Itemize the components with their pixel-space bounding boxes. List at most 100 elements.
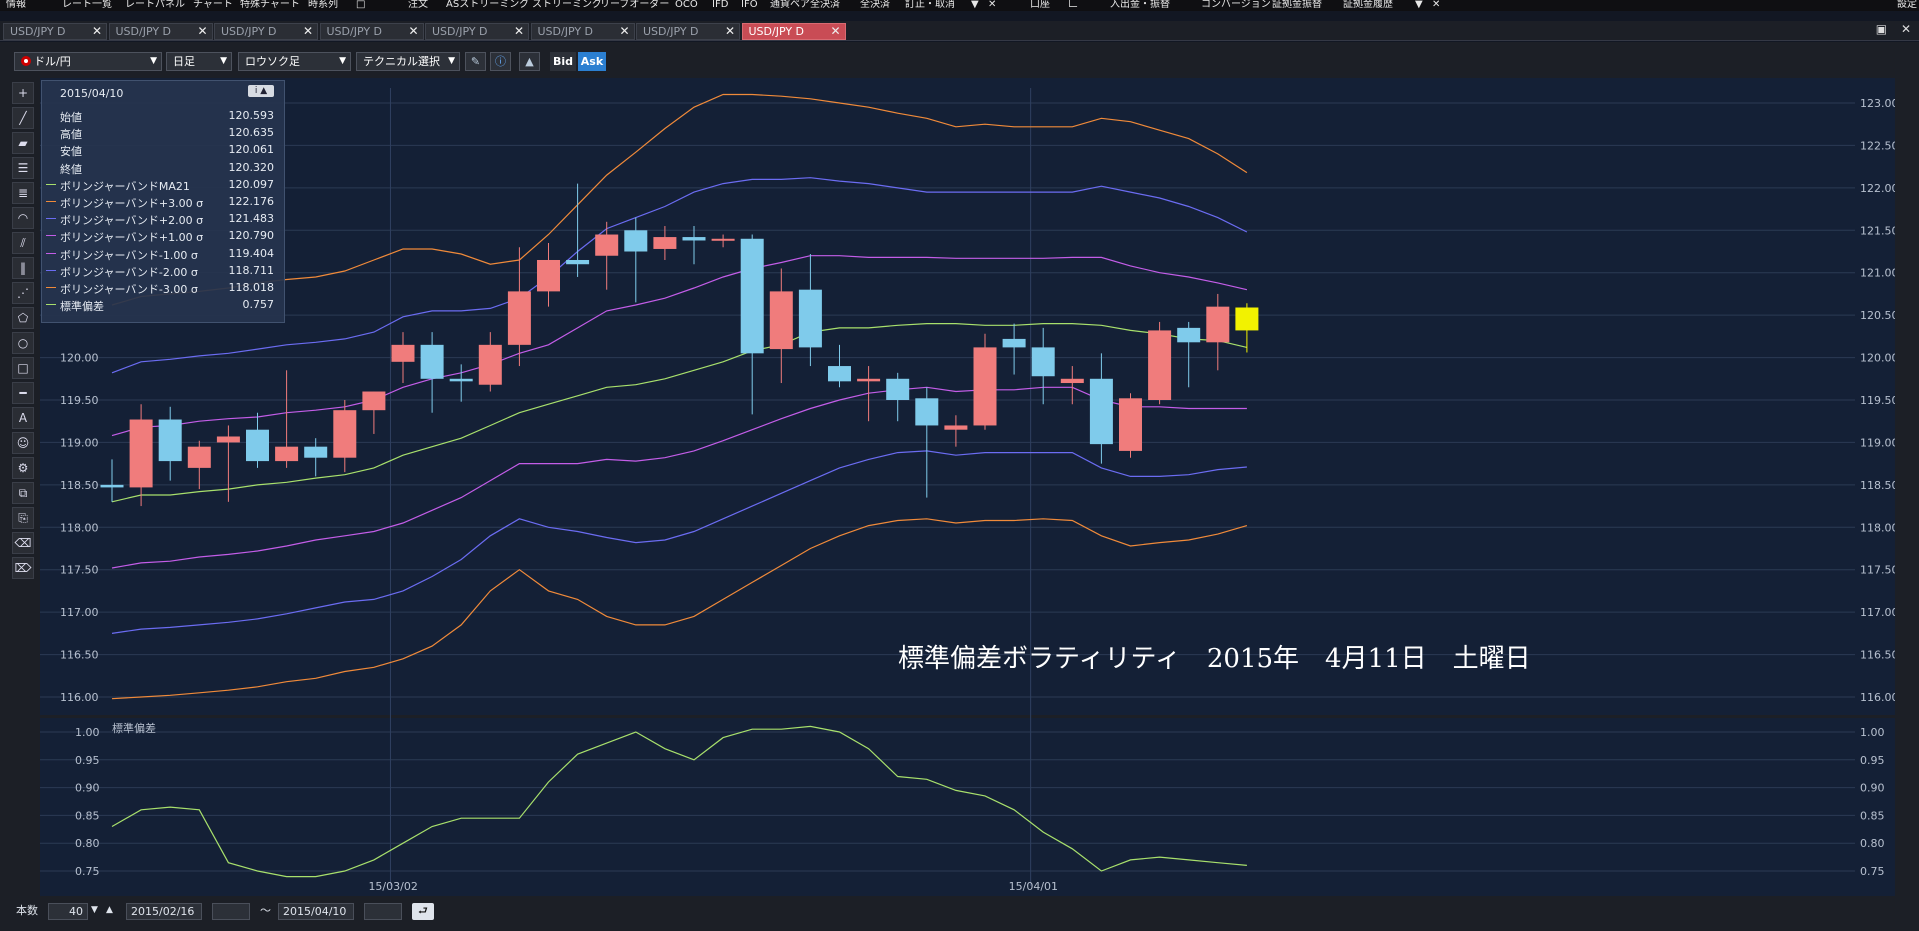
chart-tab[interactable]: USD/JPY D ✕ [3, 23, 107, 40]
to-time-input[interactable] [364, 903, 402, 920]
info-row-label: ボリンジャーバンド+1.00 σ [60, 231, 204, 245]
ruler-icon[interactable]: ▰ [12, 132, 34, 154]
menu-item[interactable]: コンバージョン [1201, 0, 1271, 10]
menu-item[interactable]: ASストリーミング [446, 0, 529, 10]
fib-arc-icon[interactable]: ◠ [12, 207, 34, 229]
to-date-input[interactable]: 2015/04/10 [278, 903, 354, 920]
close-tab-icon[interactable]: ✕ [619, 24, 629, 39]
horizontal-line-icon[interactable]: ━ [12, 382, 34, 404]
info-row: ボリンジャーバンドMA21 120.097 [42, 176, 286, 193]
candle-body [333, 410, 357, 458]
pitchfork-icon[interactable]: ⋰ [12, 282, 34, 304]
candle-body [391, 344, 415, 362]
menu-item[interactable]: 入出金・振替 [1110, 0, 1170, 10]
fan-lines-icon[interactable]: ⫽ [12, 232, 34, 254]
menu-item[interactable]: ストリーミング [532, 0, 602, 10]
info-icon[interactable]: ⓘ [490, 52, 511, 71]
info-row-label: 標準偏差 [60, 300, 104, 314]
menu-item[interactable]: ▼ [971, 0, 979, 10]
technical-select[interactable]: テクニカル選択 ▼ [356, 52, 460, 71]
menu-item[interactable]: 注文 [408, 0, 428, 10]
menu-item[interactable]: 時系列 [308, 0, 338, 10]
close-tab-icon[interactable]: ✕ [197, 24, 207, 39]
info-row-value: 120.097 [228, 177, 275, 191]
menu-item[interactable]: IFD [712, 0, 728, 10]
paste-icon[interactable]: ⎘ [12, 507, 34, 529]
menu-item[interactable]: 証拠金振替 [1272, 0, 1322, 10]
return-icon[interactable]: ⮐ [412, 903, 434, 920]
from-time-input[interactable] [212, 903, 250, 920]
pen-icon[interactable]: ✎ [465, 52, 486, 71]
menu-item[interactable]: 全決済 [860, 0, 890, 10]
close-tab-icon[interactable]: ✕ [514, 24, 524, 39]
from-date-input[interactable]: 2015/02/16 [126, 903, 202, 920]
ask-button[interactable]: Ask [578, 52, 606, 71]
text-icon[interactable]: A [12, 407, 34, 429]
chart-tab[interactable]: USD/JPY D ✕ [108, 23, 213, 40]
menu-item[interactable]: ✕ [988, 0, 996, 10]
menu-item[interactable]: □ [356, 0, 365, 10]
bid-button[interactable]: Bid [550, 52, 576, 71]
menu-item[interactable]: 訂正・取消 [905, 0, 955, 10]
menu-item[interactable]: 通貨ペア全決済 [770, 0, 840, 10]
close-tab-icon[interactable]: ✕ [830, 24, 840, 39]
chart-tab[interactable]: USD/JPY D ✕ [214, 23, 318, 40]
settings-icon[interactable]: ⚙ [12, 457, 34, 479]
bar-count-input[interactable]: 40 [48, 903, 88, 920]
info-row-label: 高値 [60, 128, 82, 142]
crosshair-icon[interactable]: + [12, 82, 34, 104]
sd-panel-title: 標準偏差 [112, 721, 156, 735]
horizontal-lines-icon[interactable]: ☰ [12, 157, 34, 179]
chart-type-select[interactable]: ロウソク足 ▼ [238, 52, 351, 71]
fibonacci-icon[interactable]: ≣ [12, 182, 34, 204]
eraser-icon[interactable]: ⌫ [12, 532, 34, 554]
menu-item[interactable]: 証拠金履歴 [1343, 0, 1393, 10]
menu-item[interactable]: ▼ [1415, 0, 1423, 10]
date-tick-label: 15/04/01 [1009, 880, 1058, 893]
close-window-icon[interactable]: ✕ [1901, 22, 1911, 36]
menu-item[interactable]: OCO [675, 0, 698, 10]
menu-item[interactable]: IFO [741, 0, 758, 10]
price-chart[interactable]: 123.00 122.50 122.00 121.50 121.00 120.50 120.… [40, 78, 1895, 896]
count-up-icon[interactable]: ▲ [106, 903, 113, 920]
count-down-icon[interactable]: ▼ [91, 903, 98, 920]
icon-stamp-icon[interactable]: ☺ [12, 432, 34, 454]
menu-item[interactable]: 匚 [1068, 0, 1078, 10]
candle-body [158, 419, 182, 462]
menu-item[interactable]: チャート [193, 0, 233, 10]
close-tab-icon[interactable]: ✕ [92, 24, 102, 39]
chart-tab[interactable]: USD/JPY D ✕ [741, 23, 846, 40]
close-tab-icon[interactable]: ✕ [725, 24, 735, 39]
timeframe-select[interactable]: 日足 ▼ [166, 52, 232, 71]
chart-tab[interactable]: USD/JPY D ✕ [319, 23, 424, 40]
vertical-lines-icon[interactable]: ‖ [12, 257, 34, 279]
trendline-icon[interactable]: ╱ [12, 107, 34, 129]
restore-window-icon[interactable]: ▣ [1876, 22, 1887, 36]
menu-item[interactable]: リーブオーダー [600, 0, 669, 10]
menu-item[interactable]: レート一覧 [62, 0, 112, 10]
rectangle-icon[interactable]: □ [12, 357, 34, 379]
bar-count-label: 本数 [16, 904, 38, 917]
menu-item[interactable]: 特殊チャート [240, 0, 300, 10]
pentagon-icon[interactable]: ⬠ [12, 307, 34, 329]
price-tick-label: 118.00 [1860, 521, 1895, 534]
price-tick-label: 121.00 [1860, 267, 1895, 280]
chart-tab[interactable]: USD/JPY D ✕ [425, 23, 529, 40]
chart-tab[interactable]: USD/JPY D ✕ [530, 23, 635, 40]
price-tick-label: 116.00 [1860, 691, 1895, 704]
mountain-chart-icon[interactable]: ▲ [519, 52, 540, 71]
menu-item[interactable]: 設定 [1897, 0, 1917, 10]
info-panel-buttons[interactable]: i ▲ [248, 85, 274, 97]
menu-item[interactable]: 口座 [1030, 0, 1050, 10]
menu-item[interactable]: レートパネル [125, 0, 185, 10]
chart-tab[interactable]: USD/JPY D ✕ [636, 23, 740, 40]
circle-icon[interactable]: ○ [12, 332, 34, 354]
copy-icon[interactable]: ⧉ [12, 482, 34, 504]
close-tab-icon[interactable]: ✕ [408, 24, 418, 39]
menu-item[interactable]: ✕ [1432, 0, 1440, 10]
chart-plot-area[interactable]: 123.00 122.50 122.00 121.50 121.00 120.50 120.… [40, 78, 1895, 896]
close-tab-icon[interactable]: ✕ [303, 24, 313, 39]
currency-pair-select[interactable]: ドル/円 ▼ [14, 52, 162, 71]
menu-item[interactable]: 情報 [6, 0, 26, 10]
erase-all-icon[interactable]: ⌦ [12, 557, 34, 579]
